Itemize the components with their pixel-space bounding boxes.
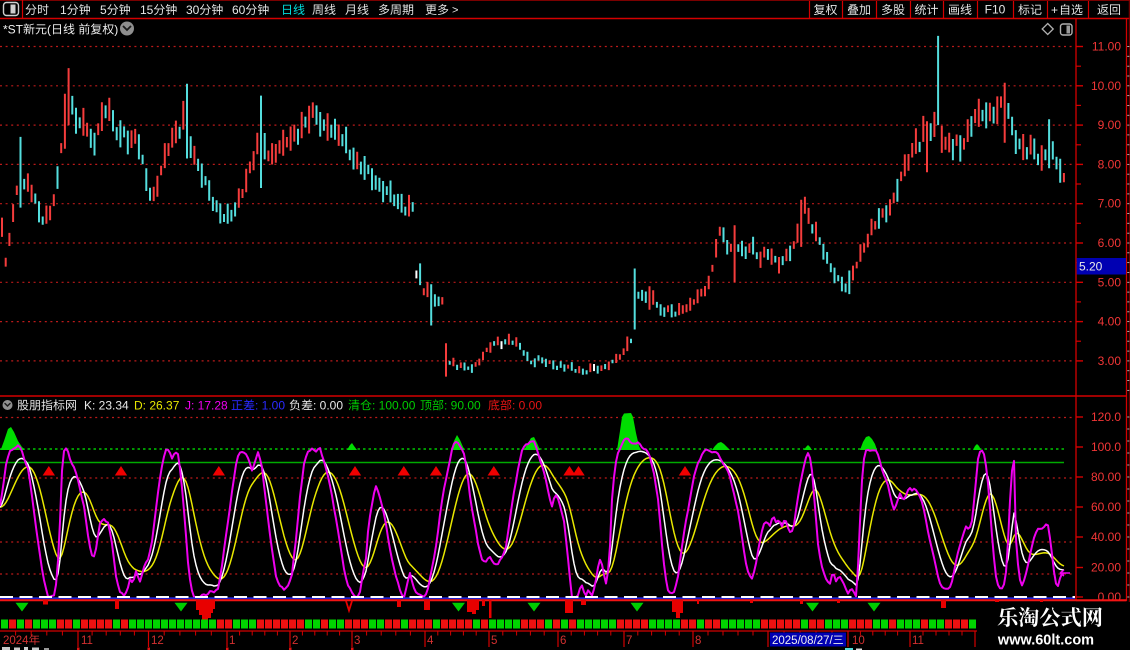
svg-text:3: 3: [354, 635, 360, 647]
svg-text:: 0.00: : 0.00: [512, 399, 542, 413]
svg-text:11.00: 11.00: [1092, 40, 1121, 54]
svg-text:K: 23.34: K: 23.34: [84, 399, 129, 413]
svg-text:6.00: 6.00: [1098, 236, 1122, 250]
svg-text:1: 1: [229, 635, 235, 647]
svg-text:20.00: 20.00: [1091, 561, 1121, 575]
svg-text:D: 26.37: D: 26.37: [134, 399, 180, 413]
svg-text:15: 15: [140, 3, 154, 17]
svg-text:100.0: 100.0: [1091, 440, 1121, 454]
svg-text:: 1.00: : 1.00: [255, 399, 285, 413]
svg-text:: 0.00: : 0.00: [313, 399, 343, 413]
svg-text:6: 6: [560, 635, 566, 647]
svg-text:60.00: 60.00: [1091, 500, 1121, 514]
svg-text:10.00: 10.00: [1091, 79, 1121, 93]
svg-text:0.00: 0.00: [1098, 590, 1122, 604]
svg-text:5: 5: [100, 3, 107, 17]
svg-text:5.20: 5.20: [1079, 260, 1103, 274]
svg-text:12: 12: [151, 635, 164, 647]
svg-text:4: 4: [427, 635, 434, 647]
svg-text:7.00: 7.00: [1098, 197, 1122, 211]
svg-text:2: 2: [292, 635, 298, 647]
svg-text:30: 30: [186, 3, 200, 17]
svg-text:(: (: [47, 23, 51, 37]
svg-text:10: 10: [852, 635, 865, 647]
svg-text:2024: 2024: [3, 635, 29, 647]
svg-text:: 90.00: : 90.00: [444, 399, 481, 413]
svg-text:7: 7: [626, 635, 632, 647]
svg-text:3.00: 3.00: [1098, 354, 1122, 368]
svg-text:9.00: 9.00: [1098, 118, 1122, 132]
svg-text:2025/08/27/: 2025/08/27/: [772, 635, 834, 647]
svg-text:5.00: 5.00: [1098, 275, 1122, 289]
svg-text:www.60lt.com: www.60lt.com: [997, 633, 1094, 649]
svg-text:J: 17.28: J: 17.28: [185, 399, 228, 413]
svg-text:8: 8: [695, 635, 701, 647]
svg-text:11: 11: [81, 635, 93, 647]
svg-text:8.00: 8.00: [1098, 157, 1122, 171]
svg-text:4.00: 4.00: [1098, 315, 1122, 329]
svg-text:+: +: [1051, 3, 1058, 17]
svg-text:>: >: [452, 5, 458, 17]
svg-text:F10: F10: [985, 3, 1006, 17]
svg-text:120.0: 120.0: [1091, 410, 1121, 424]
svg-text:11: 11: [912, 635, 924, 647]
svg-text:60: 60: [232, 3, 246, 17]
svg-text:1: 1: [60, 3, 67, 17]
svg-text:5: 5: [491, 635, 497, 647]
svg-text:*ST: *ST: [3, 23, 24, 37]
svg-text:40.00: 40.00: [1091, 530, 1121, 544]
svg-text:: 100.00: : 100.00: [372, 399, 416, 413]
svg-text:): ): [114, 23, 118, 37]
svg-text:80.00: 80.00: [1091, 470, 1121, 484]
